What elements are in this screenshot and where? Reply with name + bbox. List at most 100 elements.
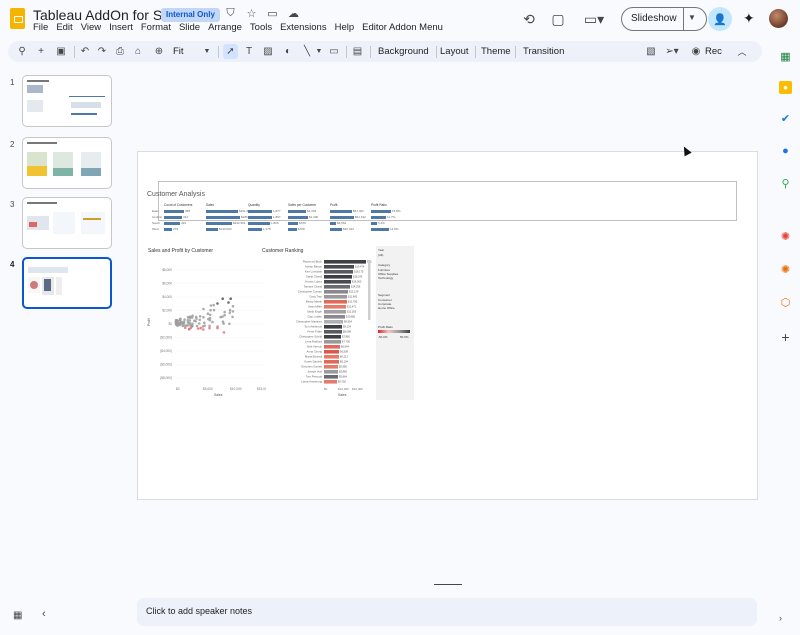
ranking-bar[interactable] bbox=[324, 375, 338, 379]
addon-icon[interactable]: ✺ bbox=[779, 230, 792, 243]
scatter-point[interactable] bbox=[181, 322, 185, 326]
speaker-notes[interactable]: Click to add speaker notes bbox=[137, 598, 757, 626]
scatter-point[interactable] bbox=[203, 321, 206, 324]
scatter-point[interactable] bbox=[202, 307, 205, 311]
ranking-bar[interactable] bbox=[324, 260, 366, 264]
ranking-bar[interactable] bbox=[324, 325, 342, 329]
kpi-bar[interactable] bbox=[248, 228, 262, 231]
kpi-bar[interactable] bbox=[164, 210, 184, 213]
ranking-bar[interactable] bbox=[324, 305, 346, 309]
undo-icon[interactable]: ↶ bbox=[79, 44, 91, 59]
ranking-scrollbar[interactable] bbox=[368, 260, 371, 320]
zoom-dropdown-icon[interactable]: ▼ bbox=[202, 44, 212, 59]
gemini-icon[interactable]: ✦ bbox=[743, 10, 755, 27]
menu-extensions[interactable]: Extensions bbox=[276, 22, 330, 33]
scatter-chart[interactable]: $8,000 $6,000 $4,000 $2,000 $0 ($2,000) ($4,00… bbox=[146, 256, 266, 402]
scatter-point[interactable] bbox=[231, 304, 235, 308]
collapse-toolbar-icon[interactable]: ︿ bbox=[736, 44, 748, 59]
kpi-bar[interactable] bbox=[206, 222, 232, 225]
menu-slide[interactable]: Slide bbox=[175, 22, 204, 33]
add-icon[interactable]: + bbox=[779, 329, 792, 345]
ranking-bar[interactable] bbox=[324, 335, 341, 339]
paint-format-icon[interactable]: ⌂ bbox=[132, 44, 144, 59]
expand-side-panel-icon[interactable]: › bbox=[779, 613, 782, 623]
kpi-bar[interactable] bbox=[330, 222, 336, 225]
ranking-bar[interactable] bbox=[324, 350, 339, 354]
scatter-point[interactable] bbox=[188, 319, 192, 322]
calendar-icon[interactable]: ▦ bbox=[779, 50, 792, 63]
kpi-bar[interactable] bbox=[330, 210, 352, 213]
scatter-point[interactable] bbox=[189, 324, 192, 327]
slide-image-icon[interactable]: ▧ bbox=[645, 44, 657, 59]
line-icon[interactable]: ╲ bbox=[301, 44, 313, 59]
slides-logo-icon[interactable] bbox=[10, 8, 25, 29]
folder-icon[interactable]: ▭ bbox=[266, 7, 279, 20]
ranking-bar[interactable] bbox=[324, 365, 338, 369]
scatter-point[interactable] bbox=[198, 315, 202, 318]
menu-editor-addon[interactable]: Editor Addon Menu bbox=[358, 22, 447, 33]
ranking-bar[interactable] bbox=[324, 290, 348, 294]
scatter-point[interactable] bbox=[208, 324, 211, 328]
scatter-point[interactable] bbox=[195, 324, 199, 328]
category-option[interactable]: Technology bbox=[378, 276, 393, 280]
internal-badge[interactable]: Internal Only bbox=[161, 8, 220, 22]
scatter-point[interactable] bbox=[221, 320, 225, 323]
history-icon[interactable]: ⟲ bbox=[521, 11, 537, 27]
scatter-point[interactable] bbox=[209, 308, 212, 312]
select-cursor-icon[interactable]: ➚ bbox=[223, 44, 238, 59]
ranking-bar[interactable] bbox=[324, 320, 343, 324]
ranking-bar[interactable] bbox=[324, 340, 341, 344]
keep-icon[interactable]: ● bbox=[779, 81, 792, 94]
ranking-chart[interactable]: Raymond Buch$65,127Adrian Barton$19,474K… bbox=[258, 256, 372, 402]
kpi-bar[interactable] bbox=[288, 228, 297, 231]
scatter-point[interactable] bbox=[227, 301, 230, 304]
slide-thumbnail-3[interactable] bbox=[22, 197, 112, 249]
kpi-bar[interactable] bbox=[288, 222, 298, 225]
ranking-bar[interactable] bbox=[324, 270, 353, 274]
slide-thumbnail-2[interactable] bbox=[22, 137, 112, 189]
scatter-point[interactable] bbox=[223, 313, 226, 317]
slideshow-button[interactable]: Slideshow ▼ bbox=[621, 7, 707, 31]
grid-view-icon[interactable]: ▦ bbox=[13, 610, 22, 621]
menu-tools[interactable]: Tools bbox=[246, 22, 276, 33]
ranking-bar[interactable] bbox=[324, 280, 351, 284]
kpi-bar[interactable] bbox=[164, 216, 182, 219]
kpi-bar[interactable] bbox=[206, 216, 240, 219]
scatter-point[interactable] bbox=[228, 308, 232, 312]
zoom-icon[interactable]: ⊕ bbox=[153, 44, 165, 59]
slide-thumbnail-1[interactable] bbox=[22, 75, 112, 127]
contacts-icon[interactable]: ● bbox=[779, 144, 792, 157]
ranking-bar[interactable] bbox=[324, 285, 350, 289]
addon-icon[interactable]: ✺ bbox=[779, 263, 792, 276]
scatter-point[interactable] bbox=[186, 321, 190, 324]
redo-icon[interactable]: ↷ bbox=[96, 44, 108, 59]
scatter-point[interactable] bbox=[174, 318, 178, 322]
slide-thumbnail-4[interactable] bbox=[22, 257, 112, 309]
text-box-icon[interactable]: T bbox=[242, 44, 256, 59]
scatter-point[interactable] bbox=[196, 327, 200, 330]
scatter-point[interactable] bbox=[209, 304, 213, 307]
segment-option[interactable]: Home Office bbox=[378, 306, 395, 310]
scatter-point[interactable] bbox=[221, 297, 224, 300]
menu-insert[interactable]: Insert bbox=[105, 22, 137, 33]
scatter-point[interactable] bbox=[182, 320, 186, 323]
scatter-point[interactable] bbox=[186, 315, 190, 319]
ranking-bar[interactable] bbox=[324, 275, 352, 279]
kpi-bar[interactable] bbox=[330, 216, 354, 219]
scatter-point[interactable] bbox=[179, 322, 182, 325]
kpi-bar[interactable] bbox=[164, 228, 172, 231]
layout-button[interactable]: Layout bbox=[440, 46, 469, 57]
laser-pointer-icon[interactable]: ➢▾ bbox=[664, 44, 680, 59]
cloud-icon[interactable]: ☁ bbox=[287, 7, 300, 20]
ranking-bar[interactable] bbox=[324, 370, 338, 374]
add-icon[interactable]: + bbox=[35, 44, 47, 59]
scatter-point[interactable] bbox=[174, 321, 178, 324]
kpi-bar[interactable] bbox=[248, 222, 270, 225]
scatter-point[interactable] bbox=[223, 310, 226, 314]
scatter-point[interactable] bbox=[206, 312, 210, 315]
scatter-point[interactable] bbox=[202, 315, 205, 319]
scatter-point[interactable] bbox=[203, 324, 206, 327]
zoom-select[interactable]: Fit bbox=[173, 46, 184, 57]
scatter-point[interactable] bbox=[193, 319, 196, 322]
ranking-bar[interactable] bbox=[324, 300, 347, 304]
